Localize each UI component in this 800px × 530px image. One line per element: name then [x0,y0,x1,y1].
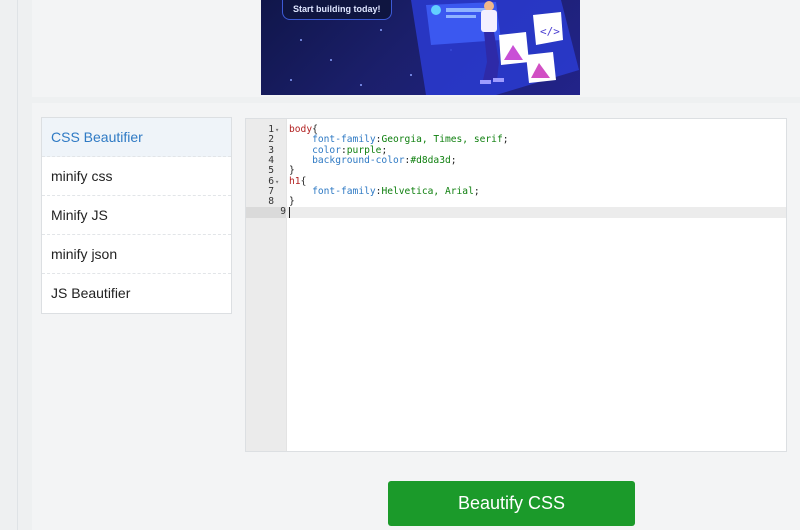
svg-text:</>: </> [540,25,560,38]
code-text: } [289,196,295,208]
sidebar-item-minify-css[interactable]: minify css [42,157,231,196]
code-line[interactable]: 4 background-color:#d8da3d; [246,154,786,166]
tool-sidebar: CSS Beautifier minify css Minify JS mini… [41,117,232,314]
line-number: 5 [268,165,274,177]
left-strip [0,0,17,530]
beautify-css-button[interactable]: Beautify CSS [388,481,635,526]
text-cursor [289,207,290,219]
code-line[interactable]: 5} [246,165,786,177]
code-editor[interactable]: 1 ▾ body{2 font-family:Georgia, Times, ser… [245,118,787,452]
code-line[interactable]: 9 [246,207,786,219]
code-text: background-color:#d8da3d; [312,154,457,166]
line-number: 8 [268,196,274,208]
code-text: font-family:Helvetica, Arial; [312,185,480,197]
sidebar-item-js-beautifier[interactable]: JS Beautifier [42,274,231,312]
sidebar-item-minify-json[interactable]: minify json [42,235,231,274]
code-line[interactable]: 7 font-family:Helvetica, Arial; [246,185,786,197]
left-divider [17,0,18,530]
fold-arrow-icon[interactable]: ▾ [275,125,279,135]
banner-illustration: </> [290,0,579,95]
code-line[interactable]: 8} [246,196,786,208]
promo-banner[interactable]: Start building today! </> [261,0,580,95]
line-number: 9 [246,207,286,218]
code-text [289,207,290,219]
sidebar-item-css-beautifier[interactable]: CSS Beautifier [42,118,231,157]
fold-arrow-icon[interactable]: ▾ [275,177,279,187]
sidebar-item-minify-js[interactable]: Minify JS [42,196,231,235]
